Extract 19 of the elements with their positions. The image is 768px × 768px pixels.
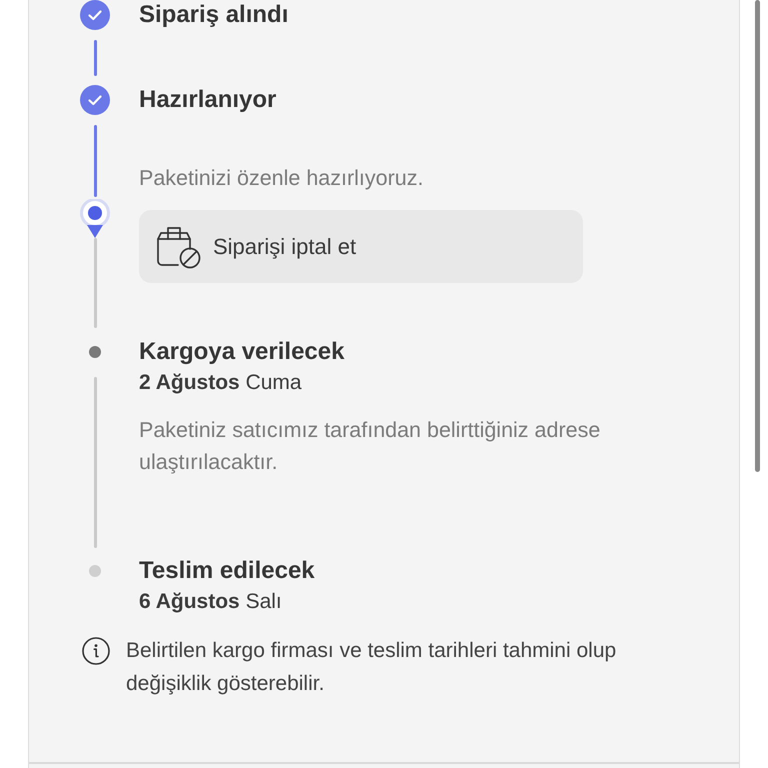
step-description: Paketinizi özenle hazırlıyoruz. [139,165,424,192]
status-dot-icon [89,346,101,358]
step-date: 6 Ağustos Salı [139,589,282,615]
step-title: Hazırlanıyor [139,85,276,115]
step-date: 2 Ağustos Cuma [139,370,302,396]
scrollbar-thumb[interactable] [755,0,760,472]
step-description: Paketiniz satıcımız tarafından belirttiğiniz adrese ulaştırılacaktır. [139,417,602,476]
disclaimer-text: Belirtilen kargo firması ve teslim tarihleri tahmini olup değişiklik gösterebilir. [126,638,618,697]
cancel-order-button[interactable]: Siparişi iptal et [139,210,583,283]
step-title: Teslim edilecek [139,556,315,586]
step-title: Sipariş alındı [139,0,288,30]
status-dot-icon [89,565,101,577]
step-title: Kargoya verilecek [139,337,344,367]
package-cancel-icon [156,224,202,268]
info-icon [82,637,110,665]
timeline-line [94,40,96,76]
timeline-line [94,125,96,197]
progress-marker-icon [80,199,110,238]
check-circle-icon [80,85,110,115]
